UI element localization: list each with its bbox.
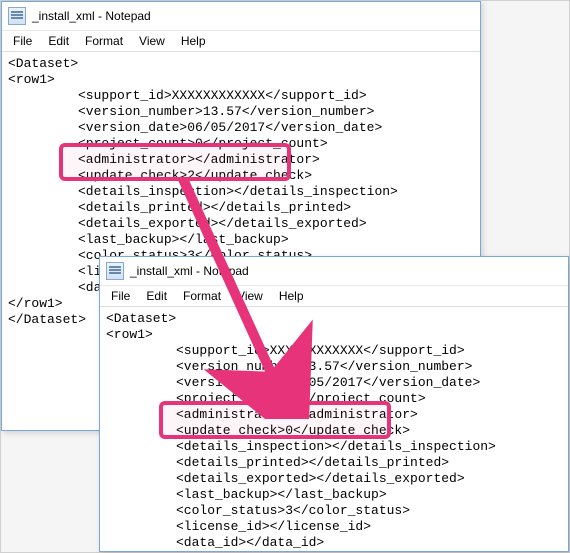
xml-line: <details_inspection></details_inspection… (106, 439, 562, 455)
xml-line: <version_date>06/05/2017</version_date> (106, 375, 562, 391)
xml-line: <details_exported></details_exported> (8, 216, 474, 232)
xml-line: <details_printed></details_printed> (106, 455, 562, 471)
xml-line: </row1> (106, 551, 562, 552)
menu-help[interactable]: Help (272, 288, 311, 304)
xml-line: <version_number>13.57</version_number> (106, 359, 562, 375)
menubar: File Edit Format View Help (100, 286, 568, 307)
menu-view[interactable]: View (132, 33, 172, 49)
xml-line: <details_printed></details_printed> (8, 200, 474, 216)
menu-file[interactable]: File (6, 33, 39, 49)
titlebar[interactable]: _install_xml - Notepad (100, 257, 568, 286)
xml-line: <Dataset> (106, 311, 562, 327)
menu-format[interactable]: Format (78, 33, 130, 49)
notepad-icon (106, 262, 124, 280)
xml-line: <support_id>XXXXXXXXXXXX</support_id> (8, 88, 474, 104)
menu-file[interactable]: File (104, 288, 137, 304)
menu-format[interactable]: Format (176, 288, 228, 304)
window-title: _install_xml - Notepad (32, 9, 151, 23)
xml-line: <last_backup></last_backup> (106, 487, 562, 503)
xml-line: <row1> (8, 72, 474, 88)
xml-line: <update_check>0</update_check> (106, 423, 562, 439)
window-title: _install_xml - Notepad (130, 264, 249, 278)
menu-edit[interactable]: Edit (139, 288, 174, 304)
xml-line: <color_status>3</color_status> (106, 503, 562, 519)
menu-help[interactable]: Help (174, 33, 213, 49)
xml-line: <version_date>06/05/2017</version_date> (8, 120, 474, 136)
xml-line: <row1> (106, 327, 562, 343)
menu-edit[interactable]: Edit (41, 33, 76, 49)
xml-line: <project_count>0</project_count> (8, 136, 474, 152)
notepad-window-2: _install_xml - Notepad File Edit Format … (99, 256, 569, 552)
xml-line: <support_id>XXXXXXXXXXXX</support_id> (106, 343, 562, 359)
text-area[interactable]: <Dataset> <row1> <support_id>XXXXXXXXXXX… (100, 307, 568, 552)
menubar: File Edit Format View Help (2, 31, 480, 52)
xml-line: <details_exported></details_exported> (106, 471, 562, 487)
menu-view[interactable]: View (230, 288, 270, 304)
xml-line: <data_id></data_id> (106, 535, 562, 551)
xml-line: <administrator></administrator> (106, 407, 562, 423)
xml-line: <license_id></license_id> (106, 519, 562, 535)
xml-line: <update_check>2</update_check> (8, 168, 474, 184)
notepad-icon (8, 7, 26, 25)
xml-line: <version_number>13.57</version_number> (8, 104, 474, 120)
xml-line: <last_backup></last_backup> (8, 232, 474, 248)
xml-line: <Dataset> (8, 56, 474, 72)
titlebar[interactable]: _install_xml - Notepad (2, 2, 480, 31)
xml-line: <project_count>0</project_count> (106, 391, 562, 407)
xml-line: <details_inspection></details_inspection… (8, 184, 474, 200)
xml-line: <administrator></administrator> (8, 152, 474, 168)
